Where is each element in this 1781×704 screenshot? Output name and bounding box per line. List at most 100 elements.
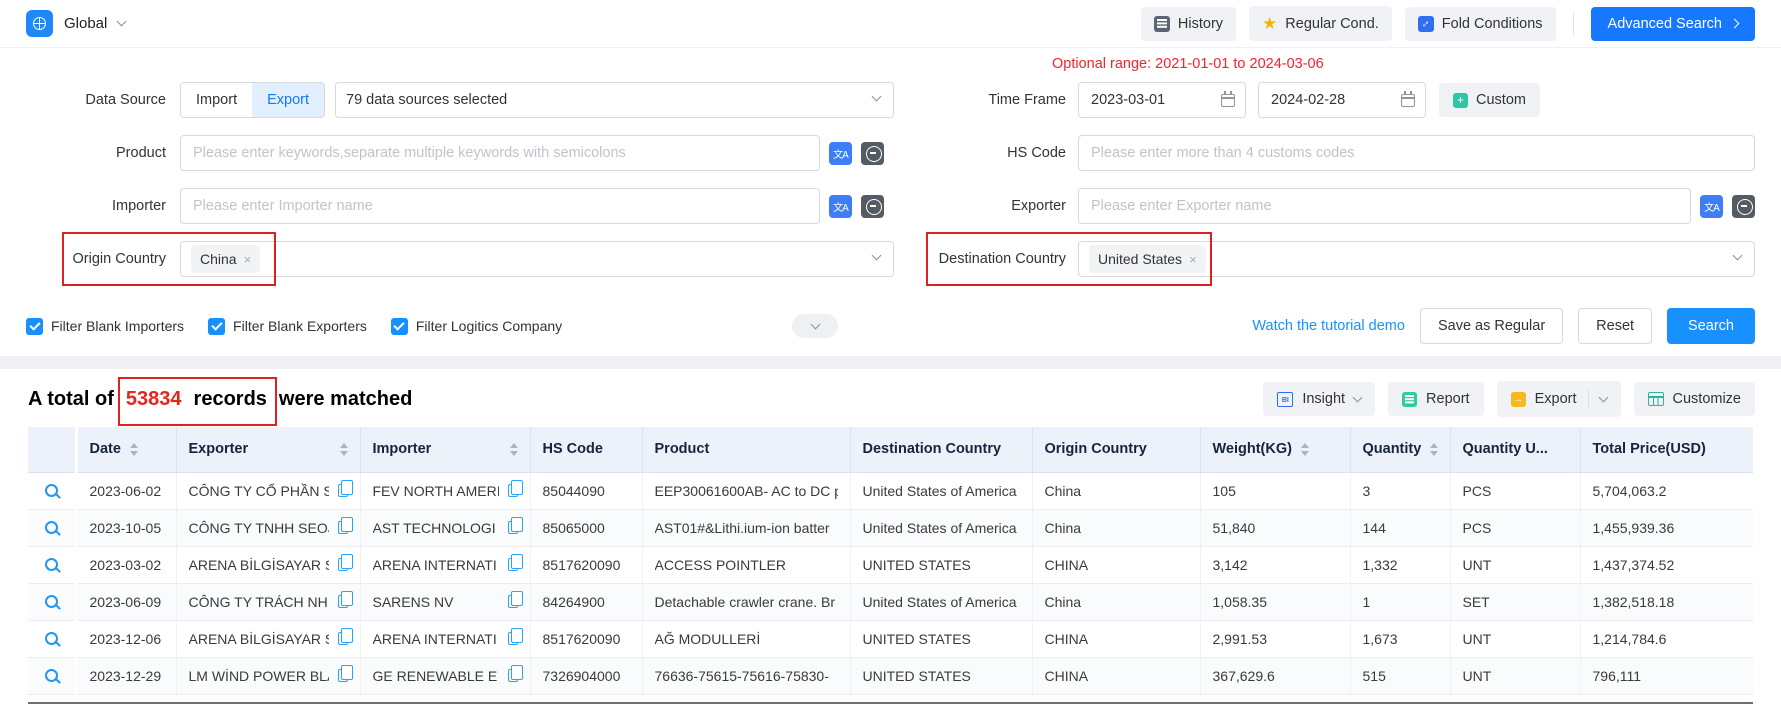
section-divider (0, 356, 1781, 369)
sort-arrows-icon[interactable] (1301, 443, 1309, 456)
exporter-input[interactable] (1078, 188, 1691, 224)
report-button[interactable]: Report (1388, 382, 1484, 416)
copy-icon[interactable] (508, 558, 518, 571)
checkbox-checked-icon[interactable] (26, 318, 43, 335)
cell-origin-country: China (1032, 472, 1200, 509)
export-button[interactable]: Export (1497, 381, 1621, 417)
filter-blank-exporters-checkbox[interactable]: Filter Blank Exporters (208, 318, 367, 335)
column-header[interactable]: Quantity (1350, 427, 1450, 472)
fold-conditions-button[interactable]: Fold Conditions (1405, 7, 1556, 41)
copy-icon[interactable] (338, 558, 348, 571)
data-source-select[interactable]: 79 data sources selected (335, 82, 894, 118)
column-header[interactable]: Quantity U... (1450, 427, 1580, 472)
detail-cell (28, 472, 76, 509)
translate-icon[interactable] (829, 142, 852, 165)
column-header[interactable]: HS Code (530, 427, 642, 472)
column-header-label: Destination Country (863, 441, 1002, 457)
regular-cond-button[interactable]: Regular Cond. (1249, 6, 1392, 41)
collapse-conditions-button[interactable] (792, 314, 838, 338)
calendar-icon[interactable] (1221, 94, 1235, 107)
sort-arrows-icon[interactable] (340, 443, 348, 456)
origin-country-select[interactable]: China (180, 241, 894, 277)
custom-range-button[interactable]: Custom (1439, 83, 1540, 117)
magnifier-icon[interactable] (45, 484, 58, 497)
copy-icon[interactable] (508, 521, 518, 534)
checkbox-checked-icon[interactable] (208, 318, 225, 335)
cell-exporter: CÔNG TY TRÁCH NHIỆ (176, 583, 360, 620)
importer-input[interactable] (180, 188, 820, 224)
save-as-regular-button[interactable]: Save as Regular (1420, 308, 1563, 344)
cell-text: 1,455,939.36 (1593, 520, 1742, 536)
column-header[interactable]: Exporter (176, 427, 360, 472)
copy-icon[interactable] (338, 595, 348, 608)
magnifier-icon[interactable] (45, 595, 58, 608)
translate-icon[interactable] (1700, 195, 1723, 218)
calendar-icon[interactable] (1401, 94, 1415, 107)
import-toggle[interactable]: Import (181, 83, 252, 117)
history-button[interactable]: History (1141, 7, 1236, 41)
cell-quantity: 1,332 (1350, 546, 1450, 583)
cell-text: China (1045, 594, 1188, 610)
copy-icon[interactable] (338, 632, 348, 645)
cell-text: 2023-12-06 (90, 631, 164, 647)
remove-tag-icon[interactable] (1189, 253, 1197, 266)
cell-product: Detachable crawler crane. Br (642, 583, 850, 620)
hs-code-input[interactable] (1078, 135, 1755, 171)
copy-icon[interactable] (508, 632, 518, 645)
copy-icon[interactable] (338, 484, 348, 497)
destination-country-label: Destination Country (916, 251, 1066, 267)
filter-blank-importers-checkbox[interactable]: Filter Blank Importers (26, 318, 184, 335)
search-button[interactable]: Search (1667, 308, 1755, 344)
copy-icon[interactable] (508, 595, 518, 608)
fuzzy-match-icon[interactable] (1732, 195, 1755, 218)
cell-exporter: CÔNG TY TNHH SEOJI (176, 509, 360, 546)
cell-total-price: 5,704,063.2 (1580, 472, 1753, 509)
cell-weight: 51,840 (1200, 509, 1350, 546)
table-row: 2023-12-06ARENA BİLGİSAYAR SARENA INTERN… (28, 620, 1753, 657)
copy-icon[interactable] (338, 669, 348, 682)
column-header[interactable]: Destination Country (850, 427, 1032, 472)
cell-text: 5,704,063.2 (1593, 483, 1742, 499)
divider (1588, 390, 1589, 408)
region-selector[interactable]: Global (26, 10, 125, 37)
translate-icon[interactable] (829, 195, 852, 218)
fuzzy-match-icon[interactable] (861, 142, 884, 165)
cell-text: 2023-06-09 (90, 594, 164, 610)
copy-icon[interactable] (338, 521, 348, 534)
reset-button[interactable]: Reset (1578, 308, 1652, 344)
magnifier-icon[interactable] (45, 521, 58, 534)
sort-arrows-icon[interactable] (1430, 443, 1438, 456)
tutorial-link[interactable]: Watch the tutorial demo (1252, 318, 1405, 334)
copy-icon[interactable] (508, 669, 518, 682)
column-header[interactable]: Product (642, 427, 850, 472)
export-toggle[interactable]: Export (252, 83, 324, 117)
detail-cell (28, 620, 76, 657)
advanced-search-button[interactable]: Advanced Search (1591, 7, 1755, 41)
chevron-down-icon[interactable] (117, 17, 127, 27)
cell-destination-country: UNITED STATES (850, 657, 1032, 694)
column-header[interactable]: Total Price(USD) (1580, 427, 1753, 472)
fuzzy-match-icon[interactable] (861, 195, 884, 218)
insight-button[interactable]: Insight (1263, 382, 1375, 416)
column-header[interactable]: Weight(KG) (1200, 427, 1350, 472)
column-header-label: Quantity (1363, 441, 1422, 457)
fold-conditions-label: Fold Conditions (1442, 16, 1543, 32)
customize-button[interactable]: Customize (1634, 382, 1756, 416)
filter-logitics-company-checkbox[interactable]: Filter Logitics Company (391, 318, 562, 335)
column-header[interactable]: Date (76, 427, 176, 472)
magnifier-icon[interactable] (45, 632, 58, 645)
column-header[interactable]: Importer (360, 427, 530, 472)
star-icon (1262, 15, 1277, 32)
column-header[interactable]: Origin Country (1032, 427, 1200, 472)
sort-arrows-icon[interactable] (510, 443, 518, 456)
product-input[interactable] (180, 135, 820, 171)
magnifier-icon[interactable] (45, 669, 58, 682)
magnifier-icon[interactable] (45, 558, 58, 571)
chevron-down-icon[interactable] (1598, 392, 1608, 402)
checkbox-checked-icon[interactable] (391, 318, 408, 335)
copy-icon[interactable] (508, 484, 518, 497)
sort-arrows-icon[interactable] (130, 443, 138, 456)
cell-destination-country: United States of America (850, 472, 1032, 509)
remove-tag-icon[interactable] (244, 253, 252, 266)
destination-country-select[interactable]: United States (1078, 241, 1755, 277)
